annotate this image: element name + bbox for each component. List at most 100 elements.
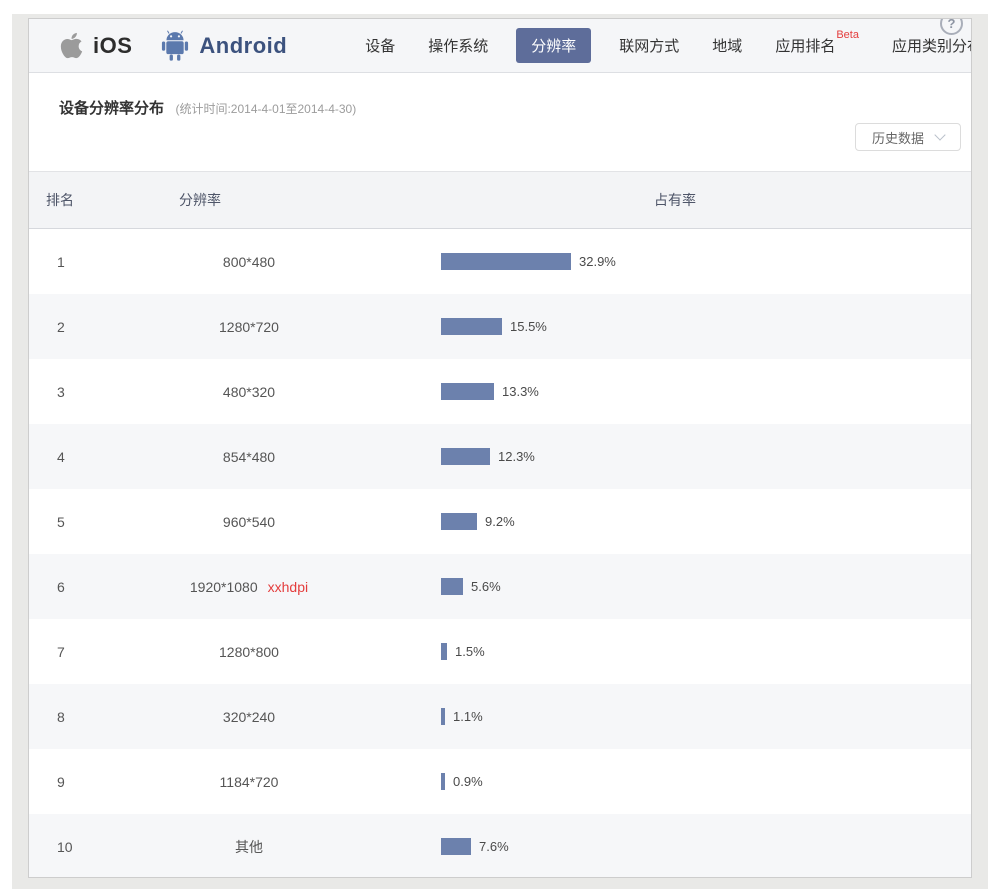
share-bar	[441, 838, 471, 855]
nav-item-label: 应用类别分布	[892, 38, 972, 55]
table-row: 5 960*540 9.2%	[29, 489, 971, 554]
share-bar	[441, 318, 502, 335]
share-label: 12.3%	[498, 449, 535, 464]
resolution-value: 1280*720	[219, 319, 279, 335]
nav-item-os[interactable]: 操作系统	[428, 35, 488, 56]
column-header-resolution: 分辨率	[119, 190, 379, 210]
share-cell: 15.5%	[379, 318, 971, 335]
resolution-cell: 854*480	[119, 449, 379, 465]
resolution-cell: 320*240	[119, 709, 379, 725]
resolution-cell: 1280*720	[119, 319, 379, 335]
rank-cell: 3	[29, 384, 119, 400]
nav-item-label: 联网方式	[619, 38, 679, 55]
resolution-value: 1184*720	[220, 774, 279, 790]
share-cell: 32.9%	[379, 253, 971, 270]
resolution-value: 1280*800	[219, 644, 279, 660]
nav-item-resolution[interactable]: 分辨率	[516, 28, 591, 63]
share-cell: 7.6%	[379, 838, 971, 855]
share-label: 0.9%	[453, 774, 483, 789]
share-bar	[441, 383, 494, 400]
resolution-cell: 1920*1080 xxhdpi	[119, 579, 379, 595]
stats-period: (统计时间:2014-4-01至2014-4-30)	[175, 102, 356, 116]
share-label: 5.6%	[471, 579, 501, 594]
beta-badge: Beta	[836, 29, 859, 41]
table-header: 排名 分辨率 占有率	[29, 171, 971, 229]
share-label: 15.5%	[510, 319, 547, 334]
section-nav: 设备操作系统分辨率联网方式地域应用排名Beta应用类别分布Beta	[365, 28, 972, 63]
nav-item-label: 操作系统	[428, 38, 488, 55]
nav-item-label: 应用排名	[775, 38, 835, 55]
platform-switcher: iOS	[59, 29, 287, 62]
platform-tab-android[interactable]: Android	[160, 29, 287, 62]
share-label: 13.3%	[502, 384, 539, 399]
nav-item-label: 设备	[365, 38, 395, 55]
share-label: 32.9%	[579, 254, 616, 269]
share-cell: 12.3%	[379, 448, 971, 465]
content-card: iOS	[28, 18, 972, 878]
share-cell: 9.2%	[379, 513, 971, 530]
rank-cell: 9	[29, 774, 119, 790]
table-row: 4 854*480 12.3%	[29, 424, 971, 489]
platform-label-ios: iOS	[93, 33, 132, 59]
table-row: 7 1280*800 1.5%	[29, 619, 971, 684]
rank-cell: 1	[29, 254, 119, 270]
share-bar	[441, 513, 477, 530]
column-header-share: 占有率	[379, 190, 971, 210]
rank-cell: 4	[29, 449, 119, 465]
nav-item-label: 分辨率	[531, 38, 576, 55]
table-row: 2 1280*720 15.5%	[29, 294, 971, 359]
resolution-value: 320*240	[223, 709, 275, 725]
rank-cell: 6	[29, 579, 119, 595]
rank-cell: 5	[29, 514, 119, 530]
resolution-cell: 1280*800	[119, 644, 379, 660]
share-cell: 0.9%	[379, 773, 971, 790]
rank-cell: 8	[29, 709, 119, 725]
table-row: 9 1184*720 0.9%	[29, 749, 971, 814]
resolution-cell: 480*320	[119, 384, 379, 400]
nav-item-network[interactable]: 联网方式	[619, 35, 679, 56]
column-header-rank: 排名	[29, 190, 119, 210]
resolution-cell: 800*480	[119, 254, 379, 270]
resolution-value: 其他	[235, 839, 263, 855]
rank-cell: 10	[29, 839, 119, 855]
history-data-dropdown[interactable]: 历史数据	[855, 123, 961, 151]
resolution-value: 854*480	[223, 449, 275, 465]
resolution-cell: 1184*720	[119, 774, 379, 790]
resolution-value: 480*320	[223, 384, 275, 400]
table-row: 10 其他 7.6%	[29, 814, 971, 878]
nav-item-app-ranking[interactable]: 应用排名Beta	[775, 35, 859, 56]
nav-item-region[interactable]: 地域	[712, 35, 742, 56]
nav-item-app-category-distribution[interactable]: 应用类别分布Beta	[892, 35, 972, 56]
dropdown-value: 历史数据	[872, 128, 924, 147]
resolution-cell: 其他	[119, 837, 379, 857]
share-cell: 13.3%	[379, 383, 971, 400]
resolution-note: xxhdpi	[268, 579, 308, 595]
chevron-down-icon	[934, 129, 945, 140]
resolution-value: 1920*1080	[190, 579, 258, 595]
rank-cell: 2	[29, 319, 119, 335]
apple-icon	[59, 31, 84, 60]
share-cell: 1.5%	[379, 643, 971, 660]
nav-item-devices[interactable]: 设备	[365, 35, 395, 56]
resolution-value: 960*540	[223, 514, 275, 530]
android-icon	[160, 29, 190, 62]
nav-item-label: 地域	[712, 38, 742, 55]
resolution-cell: 960*540	[119, 514, 379, 530]
resolution-value: 800*480	[223, 254, 275, 270]
table-row: 8 320*240 1.1%	[29, 684, 971, 749]
share-cell: 5.6%	[379, 578, 971, 595]
share-label: 1.1%	[453, 709, 483, 724]
top-navbar: iOS	[29, 19, 971, 73]
table-row: 6 1920*1080 xxhdpi 5.6%	[29, 554, 971, 619]
title-section: 设备分辨率分布 (统计时间:2014-4-01至2014-4-30) 历史数据	[29, 73, 971, 171]
rank-cell: 7	[29, 644, 119, 660]
share-label: 1.5%	[455, 644, 485, 659]
table-row: 3 480*320 13.3%	[29, 359, 971, 424]
table-body: 1 800*480 32.9% 2 1280*720 15.5% 3 480*3…	[29, 229, 971, 878]
share-label: 7.6%	[479, 839, 509, 854]
table-row: 1 800*480 32.9%	[29, 229, 971, 294]
share-cell: 1.1%	[379, 708, 971, 725]
share-bar	[441, 708, 445, 725]
platform-tab-ios[interactable]: iOS	[59, 31, 132, 60]
platform-label-android: Android	[199, 33, 287, 59]
